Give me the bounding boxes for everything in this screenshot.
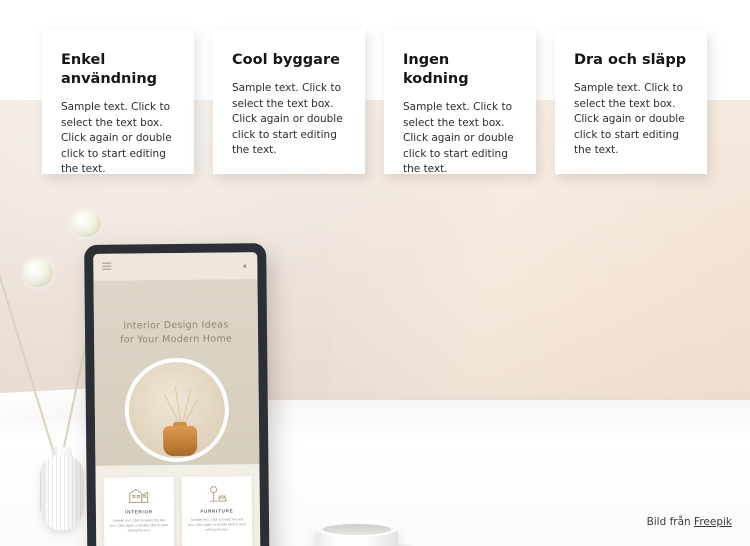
vase-ribbing [40, 455, 84, 530]
house-icon [109, 485, 169, 506]
freepik-link[interactable]: Freepik [694, 516, 732, 528]
feature-card-1[interactable]: Enkel användning Sample text. Click to s… [42, 29, 194, 175]
flower-bloom [71, 210, 101, 237]
feature-card-title: Cool byggare [232, 52, 340, 68]
page-root: ▲ Interior Design Ideas for Your Modern … [0, 0, 750, 546]
tablet-site-headline: Interior Design Ideas for Your Modern Ho… [102, 318, 250, 348]
feature-cards-row: Enkel användning Sample text. Click to s… [42, 29, 709, 175]
cart-icon[interactable]: ▲ [241, 262, 248, 269]
tablet-hero-image-circle [124, 357, 230, 463]
tablet-card-text: Sample text. Click to select the text bo… [188, 517, 246, 532]
feature-card-text: Sample text. Click to select the text bo… [61, 101, 172, 175]
image-credit: Bild från Freepik [647, 516, 732, 528]
tablet-site-topbar: ▲ [93, 252, 258, 281]
hamburger-menu-icon[interactable] [102, 262, 112, 272]
tablet-card-label: INTERIOR [125, 509, 153, 515]
feature-card-4[interactable]: Dra och släpp Sample text. Click to sele… [555, 29, 707, 174]
tablet-card-text: Sample text. Click to select the text bo… [110, 518, 168, 533]
feature-card-title: Ingen kodning [403, 52, 469, 87]
terracotta-vase [163, 425, 198, 457]
tablet-headline-line-2: for Your Modern Home [119, 333, 233, 346]
image-credit-prefix: Bild från [646, 516, 695, 528]
feature-card-title: Dra och släpp [574, 52, 687, 68]
tablet-screen: ▲ Interior Design Ideas for Your Modern … [93, 252, 261, 546]
feature-card-3[interactable]: Ingen kodning Sample text. Click to sele… [384, 29, 536, 175]
lamp-icon [187, 484, 247, 505]
feature-card-2[interactable]: Cool byggare Sample text. Click to selec… [213, 29, 365, 174]
flower-bloom [23, 259, 53, 287]
tablet-headline-line-1: Interior Design Ideas [123, 319, 229, 332]
feature-card-text: Sample text. Click to select the text bo… [232, 82, 343, 156]
tablet-card-furniture[interactable]: FURNITURE Sample text. Click to select t… [181, 476, 253, 546]
tablet-device: ▲ Interior Design Ideas for Your Modern … [84, 243, 270, 546]
feature-card-text: Sample text. Click to select the text bo… [574, 82, 685, 156]
tablet-card-label: FURNITURE [200, 508, 234, 514]
tablet-site-body: INTERIOR Sample text. Click to select th… [95, 464, 261, 546]
tablet-site-hero: Interior Design Ideas for Your Modern Ho… [93, 279, 260, 466]
mug-interior [323, 524, 391, 535]
feature-card-text: Sample text. Click to select the text bo… [403, 101, 514, 175]
feature-card-title: Enkel användning [61, 52, 158, 87]
tablet-card-interior[interactable]: INTERIOR Sample text. Click to select th… [103, 477, 175, 546]
